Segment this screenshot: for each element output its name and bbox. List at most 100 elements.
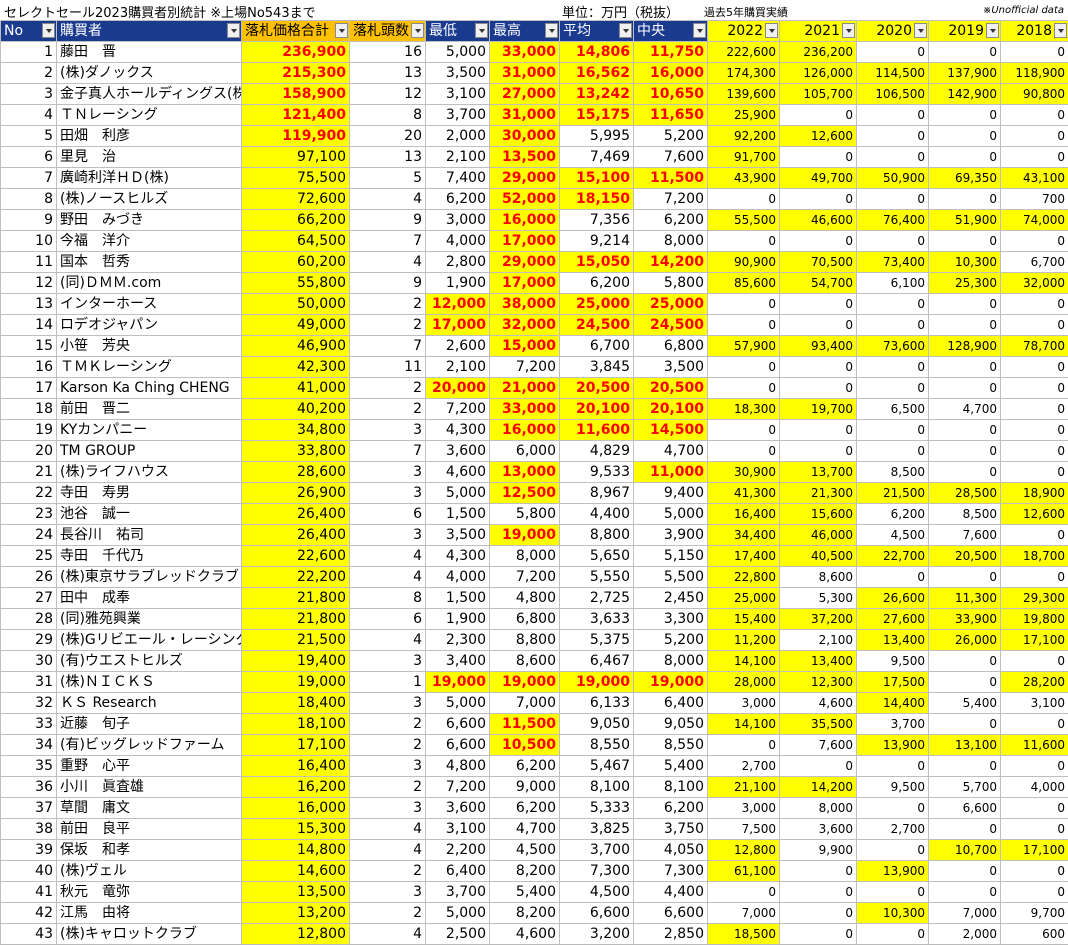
col-header-2018[interactable]: 2018 — [1000, 20, 1068, 42]
cell-2022[interactable]: 43,900 — [707, 167, 780, 189]
filter-dropdown-icon[interactable] — [914, 23, 927, 38]
cell-2019[interactable]: 0 — [928, 755, 1001, 777]
cell-min[interactable]: 5,000 — [425, 482, 490, 504]
cell-2022[interactable]: 7,000 — [707, 902, 780, 924]
cell-median[interactable]: 11,000 — [633, 461, 708, 483]
cell-no[interactable]: 25 — [0, 545, 57, 567]
cell-2022[interactable]: 41,300 — [707, 482, 780, 504]
cell-max[interactable]: 5,800 — [489, 503, 560, 525]
cell-max[interactable]: 30,000 — [489, 125, 560, 147]
cell-buyer[interactable]: ＴＮレーシング — [56, 104, 242, 126]
cell-max[interactable]: 4,500 — [489, 839, 560, 861]
cell-2021[interactable]: 35,500 — [779, 713, 857, 735]
cell-count[interactable]: 2 — [349, 314, 426, 336]
cell-avg[interactable]: 6,200 — [559, 272, 634, 294]
cell-2020[interactable]: 106,500 — [856, 83, 929, 105]
cell-count[interactable]: 4 — [349, 545, 426, 567]
cell-2020[interactable]: 17,500 — [856, 671, 929, 693]
cell-max[interactable]: 31,000 — [489, 62, 560, 84]
col-header-avg[interactable]: 平均 — [559, 20, 634, 42]
cell-median[interactable]: 8,100 — [633, 776, 708, 798]
cell-total[interactable]: 158,900 — [241, 83, 350, 105]
cell-2018[interactable]: 9,700 — [1000, 902, 1068, 924]
cell-2020[interactable]: 0 — [856, 188, 929, 210]
filter-dropdown-icon[interactable] — [545, 23, 558, 38]
cell-buyer[interactable]: (株)キャロットクラブ — [56, 923, 242, 945]
cell-max[interactable]: 17,000 — [489, 272, 560, 294]
cell-2019[interactable]: 0 — [928, 650, 1001, 672]
cell-median[interactable]: 24,500 — [633, 314, 708, 336]
cell-avg[interactable]: 25,000 — [559, 293, 634, 315]
cell-2019[interactable]: 13,100 — [928, 734, 1001, 756]
cell-min[interactable]: 19,000 — [425, 671, 490, 693]
cell-2020[interactable]: 13,400 — [856, 629, 929, 651]
cell-2019[interactable]: 7,000 — [928, 902, 1001, 924]
cell-2021[interactable]: 12,300 — [779, 671, 857, 693]
cell-2018[interactable]: 0 — [1000, 818, 1068, 840]
cell-2022[interactable]: 0 — [707, 356, 780, 378]
cell-avg[interactable]: 15,175 — [559, 104, 634, 126]
cell-2022[interactable]: 0 — [707, 881, 780, 903]
cell-total[interactable]: 215,300 — [241, 62, 350, 84]
cell-count[interactable]: 2 — [349, 713, 426, 735]
cell-no[interactable]: 24 — [0, 524, 57, 546]
cell-min[interactable]: 3,100 — [425, 83, 490, 105]
cell-min[interactable]: 3,600 — [425, 440, 490, 462]
cell-2019[interactable]: 5,700 — [928, 776, 1001, 798]
cell-2020[interactable]: 0 — [856, 104, 929, 126]
cell-median[interactable]: 6,600 — [633, 902, 708, 924]
cell-max[interactable]: 27,000 — [489, 83, 560, 105]
cell-avg[interactable]: 18,150 — [559, 188, 634, 210]
cell-2018[interactable]: 0 — [1000, 41, 1068, 63]
cell-no[interactable]: 35 — [0, 755, 57, 777]
cell-buyer[interactable]: 里見 治 — [56, 146, 242, 168]
cell-count[interactable]: 3 — [349, 482, 426, 504]
cell-median[interactable]: 11,750 — [633, 41, 708, 63]
cell-max[interactable]: 5,400 — [489, 881, 560, 903]
cell-2020[interactable]: 0 — [856, 881, 929, 903]
cell-2021[interactable]: 40,500 — [779, 545, 857, 567]
cell-2019[interactable]: 11,300 — [928, 587, 1001, 609]
cell-2018[interactable]: 0 — [1000, 230, 1068, 252]
cell-2019[interactable]: 0 — [928, 314, 1001, 336]
cell-avg[interactable]: 15,050 — [559, 251, 634, 273]
cell-total[interactable]: 26,400 — [241, 503, 350, 525]
cell-avg[interactable]: 4,400 — [559, 503, 634, 525]
cell-2018[interactable]: 0 — [1000, 881, 1068, 903]
cell-median[interactable]: 5,800 — [633, 272, 708, 294]
cell-2022[interactable]: 61,100 — [707, 860, 780, 882]
cell-2022[interactable]: 91,700 — [707, 146, 780, 168]
cell-buyer[interactable]: インターホース — [56, 293, 242, 315]
cell-total[interactable]: 22,200 — [241, 566, 350, 588]
cell-avg[interactable]: 5,333 — [559, 797, 634, 819]
cell-2018[interactable]: 4,000 — [1000, 776, 1068, 798]
cell-2022[interactable]: 3,000 — [707, 797, 780, 819]
cell-no[interactable]: 39 — [0, 839, 57, 861]
cell-2018[interactable]: 118,900 — [1000, 62, 1068, 84]
cell-no[interactable]: 14 — [0, 314, 57, 336]
cell-2022[interactable]: 14,100 — [707, 713, 780, 735]
cell-2021[interactable]: 7,600 — [779, 734, 857, 756]
cell-count[interactable]: 4 — [349, 839, 426, 861]
cell-min[interactable]: 6,600 — [425, 713, 490, 735]
cell-no[interactable]: 20 — [0, 440, 57, 462]
cell-max[interactable]: 16,000 — [489, 209, 560, 231]
cell-2020[interactable]: 50,900 — [856, 167, 929, 189]
cell-max[interactable]: 21,000 — [489, 377, 560, 399]
cell-count[interactable]: 3 — [349, 881, 426, 903]
cell-median[interactable]: 5,000 — [633, 503, 708, 525]
cell-max[interactable]: 38,000 — [489, 293, 560, 315]
cell-2019[interactable]: 0 — [928, 461, 1001, 483]
cell-min[interactable]: 2,500 — [425, 923, 490, 945]
cell-2019[interactable]: 69,350 — [928, 167, 1001, 189]
cell-2021[interactable]: 0 — [779, 902, 857, 924]
cell-total[interactable]: 21,800 — [241, 608, 350, 630]
cell-min[interactable]: 7,200 — [425, 398, 490, 420]
cell-min[interactable]: 2,200 — [425, 839, 490, 861]
cell-2018[interactable]: 28,200 — [1000, 671, 1068, 693]
cell-avg[interactable]: 5,375 — [559, 629, 634, 651]
cell-no[interactable]: 6 — [0, 146, 57, 168]
cell-median[interactable]: 3,300 — [633, 608, 708, 630]
cell-count[interactable]: 2 — [349, 377, 426, 399]
cell-median[interactable]: 11,650 — [633, 104, 708, 126]
